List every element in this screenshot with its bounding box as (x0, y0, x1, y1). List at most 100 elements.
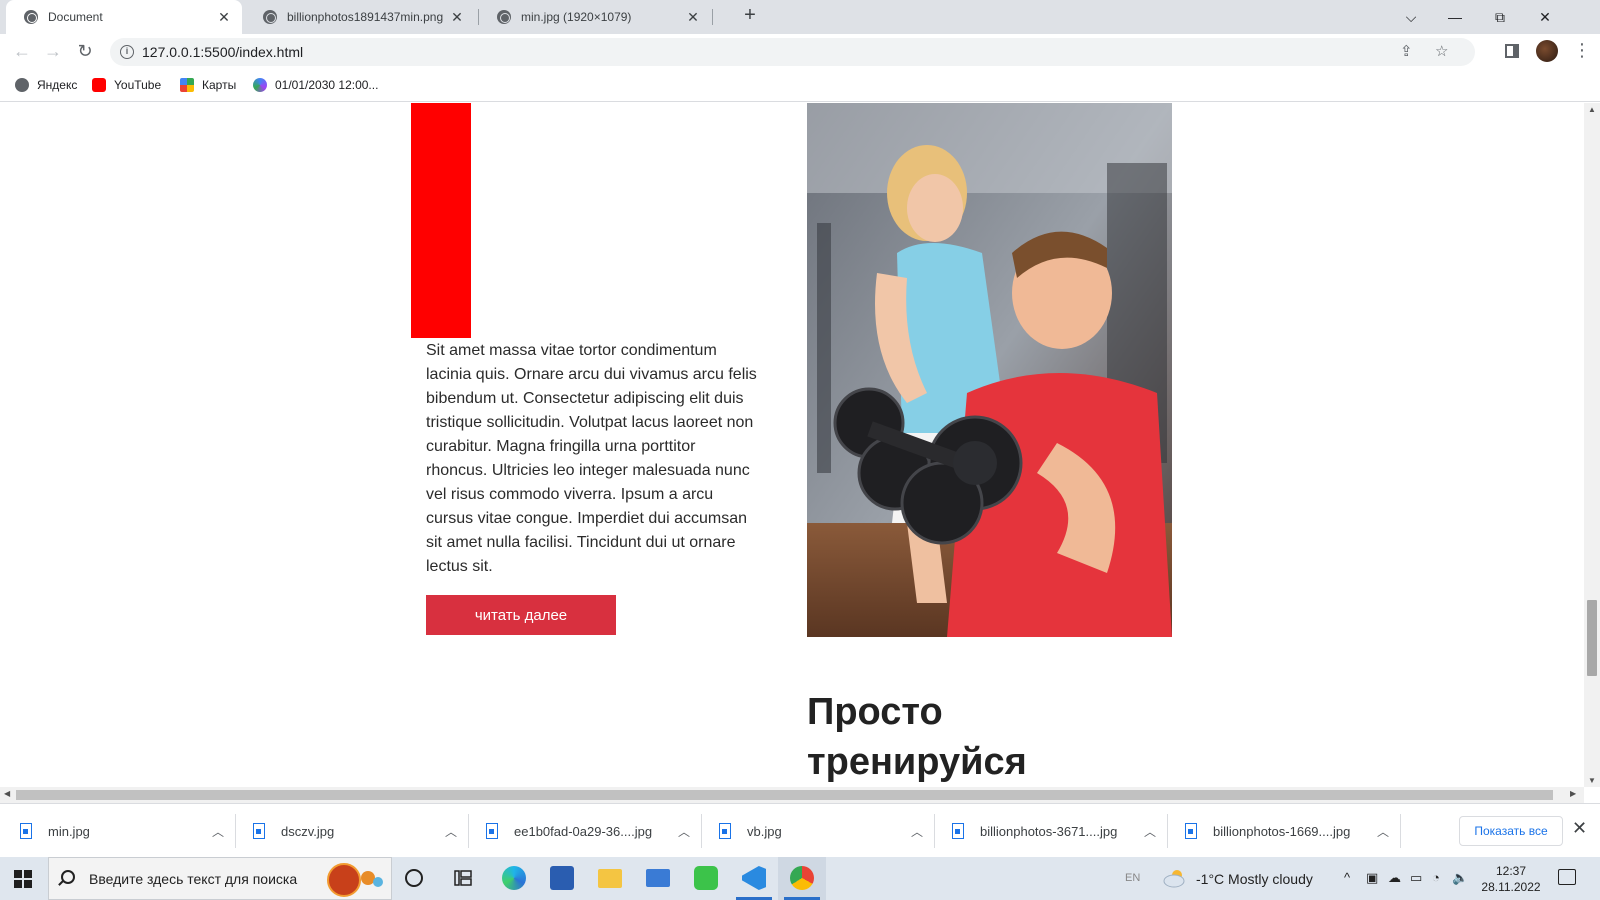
chrome-icon (790, 866, 814, 890)
onedrive-icon[interactable]: ☁ (1388, 870, 1401, 886)
battery-icon[interactable]: ▭ (1410, 870, 1422, 886)
taskbar-edge[interactable] (490, 857, 538, 900)
read-more-button[interactable]: читать далее (426, 595, 616, 635)
page-viewport: Sit amet massa vitae tortor condimentum … (0, 103, 1584, 787)
back-button[interactable]: ← (10, 40, 34, 62)
new-tab-button[interactable]: + (738, 4, 762, 27)
bookmark-label: Карты (202, 78, 237, 92)
taskbar-chrome[interactable] (778, 857, 826, 900)
forward-button[interactable]: → (41, 40, 65, 62)
tab-strip: Document ✕ billionphotos1891437min.png (… (0, 0, 1600, 34)
taskbar-search-box[interactable]: Введите здесь текст для поиска (48, 857, 392, 900)
close-tab-icon[interactable]: ✕ (216, 9, 232, 26)
cortana-icon[interactable] (405, 869, 423, 887)
restore-button[interactable]: ⧉ (1477, 4, 1523, 30)
taskbar-vscode[interactable] (730, 857, 778, 900)
meet-icon[interactable]: ▣ (1366, 870, 1378, 886)
close-tab-icon[interactable]: ✕ (685, 9, 701, 26)
download-item[interactable]: billionphotos-3671....jpg ︿ (932, 804, 1165, 858)
globe-icon (497, 10, 511, 24)
bookmark-site[interactable]: 01/01/2030 12:00... (253, 76, 378, 94)
tab-document[interactable]: Document ✕ (6, 0, 242, 34)
download-item[interactable]: dsczv.jpg ︿ (233, 804, 466, 858)
chevron-up-icon[interactable]: ︿ (436, 823, 466, 840)
heading-line-2: тренируйся (807, 741, 1027, 783)
weather-text[interactable]: -1°C Mostly cloudy (1196, 871, 1313, 887)
vertical-scroll-thumb[interactable] (1587, 600, 1597, 676)
windows-start-button[interactable] (14, 870, 32, 888)
chevron-up-icon[interactable]: ︿ (902, 823, 932, 840)
task-view-icon[interactable] (454, 870, 472, 886)
mail-icon (646, 869, 670, 887)
close-window-button[interactable]: ✕ (1522, 4, 1568, 30)
app-icon (694, 866, 718, 890)
bookmark-yandex[interactable]: Яндекс (15, 76, 77, 94)
close-icon[interactable]: ✕ (1572, 818, 1587, 839)
download-item[interactable]: min.jpg ︿ (0, 804, 233, 858)
download-filename: ee1b0fad-0a29-36....jpg (514, 823, 653, 839)
tab-title: Document (48, 10, 103, 24)
download-filename: min.jpg (48, 823, 90, 839)
reload-button[interactable]: ↻ (73, 40, 97, 62)
search-icon (61, 870, 75, 884)
image-file-icon (1185, 823, 1197, 839)
reload-icon: ↻ (77, 41, 93, 61)
chevron-up-icon[interactable]: ^ (1344, 870, 1350, 885)
wifi-icon[interactable]: ◔ (1432, 870, 1440, 885)
share-icon[interactable]: ⇪ (1400, 42, 1413, 60)
bookmark-maps[interactable]: Карты (180, 76, 236, 94)
taskbar-app[interactable] (682, 857, 730, 900)
chevron-down-icon: ⌵ (1405, 9, 1417, 25)
profile-avatar[interactable] (1536, 40, 1558, 62)
chevron-up-icon[interactable]: ︿ (1135, 823, 1165, 840)
plus-icon: + (744, 4, 756, 26)
downloads-shelf: min.jpg ︿ dsczv.jpg ︿ ee1b0fad-0a29-36..… (0, 803, 1600, 857)
vertical-scrollbar[interactable]: ▲ ▼ (1584, 103, 1600, 787)
volume-icon[interactable]: 🔈 (1452, 870, 1468, 886)
download-item[interactable]: billionphotos-1669....jpg ︿ (1165, 804, 1398, 858)
tab-min-jpg[interactable]: min.jpg (1920×1079) ✕ (479, 0, 711, 34)
scroll-left-icon[interactable]: ◀ (4, 789, 10, 798)
heading-line-1: Просто (807, 691, 943, 733)
horizontal-scrollbar[interactable]: ◀ ▶ (0, 787, 1584, 803)
download-filename: dsczv.jpg (281, 823, 335, 839)
scroll-right-icon[interactable]: ▶ (1570, 789, 1576, 798)
search-placeholder: Введите здесь текст для поиска (89, 871, 298, 887)
tab-billionphotos[interactable]: billionphotos1891437min.png (8 ✕ (245, 0, 475, 34)
cloudy-weather-icon[interactable] (1163, 868, 1187, 888)
vscode-icon (742, 866, 766, 890)
url-text[interactable]: 127.0.0.1:5500/index.html (142, 44, 303, 60)
info-icon[interactable]: i (120, 45, 134, 59)
taskbar-store[interactable] (538, 857, 586, 900)
close-tab-icon[interactable]: ✕ (449, 9, 465, 26)
menu-dots-icon[interactable]: ⋮ (1573, 38, 1591, 62)
address-bar[interactable]: i 127.0.0.1:5500/index.html ⇪ ☆ (110, 38, 1475, 66)
notifications-icon[interactable] (1558, 869, 1576, 885)
download-item[interactable]: ee1b0fad-0a29-36....jpg ︿ (466, 804, 699, 858)
bookmark-label: 01/01/2030 12:00... (275, 78, 379, 92)
taskbar-explorer[interactable] (586, 857, 634, 900)
taskbar-mail[interactable] (634, 857, 682, 900)
tab-search-button[interactable]: ⌵ (1388, 4, 1434, 30)
chevron-up-icon[interactable]: ︿ (1368, 823, 1398, 840)
language-indicator[interactable]: EN (1125, 872, 1140, 884)
bookmark-star-icon[interactable]: ☆ (1435, 42, 1448, 60)
scroll-up-icon[interactable]: ▲ (1584, 105, 1600, 114)
chevron-up-icon[interactable]: ︿ (669, 823, 699, 840)
download-filename: vb.jpg (747, 823, 782, 839)
scroll-down-icon[interactable]: ▼ (1584, 776, 1600, 785)
download-item[interactable]: vb.jpg ︿ (699, 804, 932, 858)
show-all-downloads-button[interactable]: Показать все (1459, 816, 1563, 846)
minimize-icon: — (1448, 9, 1462, 25)
horizontal-scroll-thumb[interactable] (16, 790, 1553, 800)
bookmark-youtube[interactable]: YouTube (92, 76, 161, 94)
chevron-up-icon[interactable]: ︿ (203, 823, 233, 840)
clock-date: 28.11.2022 (1481, 880, 1541, 894)
search-highlight-icon (327, 863, 383, 897)
minimize-button[interactable]: — (1432, 4, 1478, 30)
side-panel-icon[interactable] (1505, 44, 1519, 58)
image-file-icon (20, 823, 32, 839)
edge-icon (502, 866, 526, 890)
system-clock[interactable]: 12:37 28.11.2022 (1481, 863, 1541, 895)
restore-icon: ⧉ (1495, 9, 1505, 25)
